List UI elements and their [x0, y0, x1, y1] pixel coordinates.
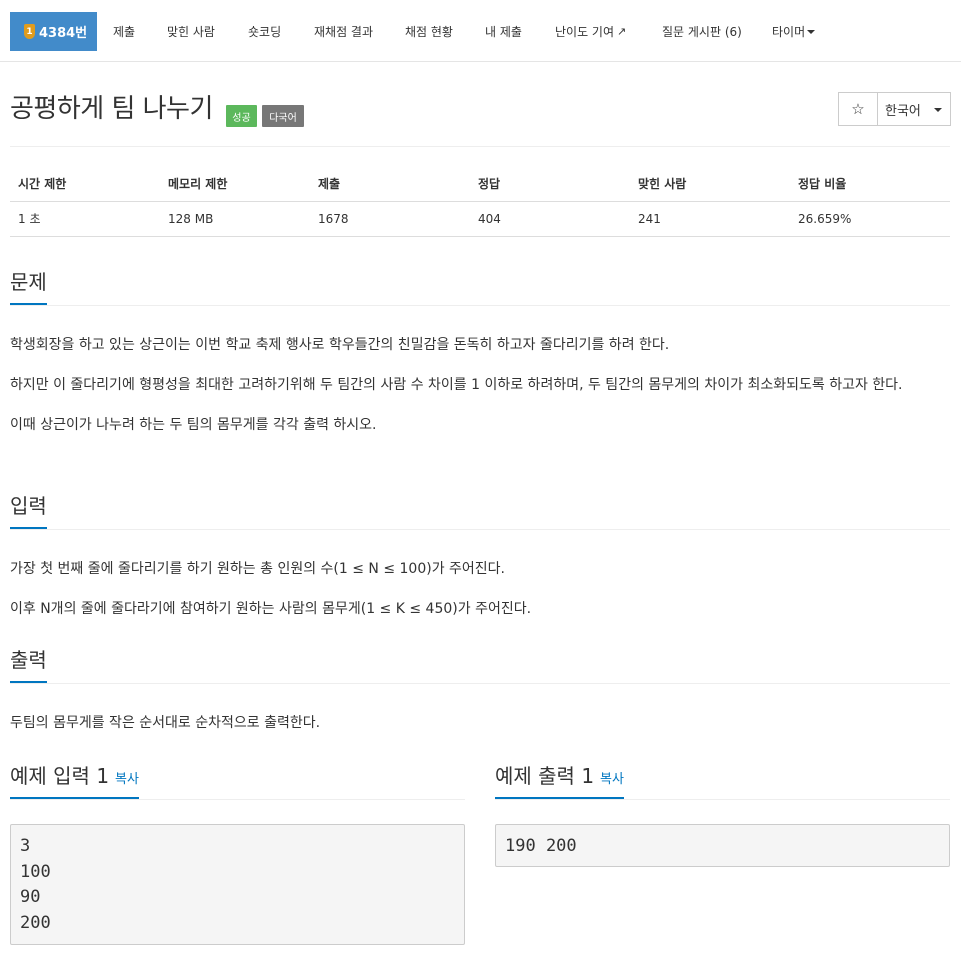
problem-line: 학생회장을 하고 있는 상근이는 이번 학교 축제 행사로 학우들간의 친밀감을…: [10, 337, 670, 353]
language-select-label: 한국어: [885, 103, 921, 119]
tab-timer-label: 타이머: [772, 25, 806, 39]
sample-input-header: 예제 입력 1 복사: [10, 762, 465, 800]
input-line: 이후 N개의 줄에 줄다라기에 참여하기 원하는 사람의 몸무게(1 ≤ K ≤…: [10, 601, 532, 617]
tab-short-coding[interactable]: 숏코딩: [248, 12, 281, 51]
tab-rejudge-results[interactable]: 재채점 결과: [314, 12, 373, 51]
tab-my-submissions[interactable]: 내 제출: [485, 12, 522, 51]
table-header: 메모리 제한: [160, 166, 310, 202]
tab-submit[interactable]: 제출: [113, 12, 135, 51]
copy-sample-output-button[interactable]: 복사: [600, 772, 624, 787]
problem-line: 이때 상근이가 나누려 하는 두 팀의 몸무게를 각각 출력 하시오.: [10, 417, 377, 433]
favorite-button[interactable]: ☆: [838, 92, 878, 126]
table-cell: 1 초: [10, 201, 160, 237]
problem-section-header: 문제: [10, 268, 950, 306]
external-link-icon: ↗: [617, 25, 627, 38]
sample-output-header: 예제 출력 1 복사: [495, 762, 950, 800]
tab-question-board[interactable]: 질문 게시판 (6): [662, 12, 742, 51]
title-divider: [10, 146, 950, 147]
table-cell: 1678: [310, 201, 470, 237]
table-header: 맞힌 사람: [630, 166, 790, 202]
table-cell: 26.659%: [790, 201, 950, 237]
problem-info-table: 시간 제한 메모리 제한 제출 정답 맞힌 사람 정답 비율 1 초 128 M…: [10, 166, 950, 237]
input-section-header: 입력: [10, 492, 950, 530]
table-header: 정답: [470, 166, 630, 202]
tab-judge-status[interactable]: 채점 현황: [405, 12, 453, 51]
chevron-down-icon: [934, 108, 942, 112]
tab-difficulty-label: 난이도 기여: [555, 25, 615, 39]
tier-badge-icon: 1: [24, 24, 35, 39]
output-line: 두팀의 몸무게를 작은 순서대로 순차적으로 출력한다.: [10, 715, 321, 731]
title-actions: ☆ 한국어: [838, 92, 951, 126]
input-line: 가장 첫 번째 줄에 줄다리기를 하기 원하는 총 인원의 수(1 ≤ N ≤ …: [10, 561, 505, 577]
table-header-row: 시간 제한 메모리 제한 제출 정답 맞힌 사람 정답 비율: [10, 166, 950, 202]
problem-line: 하지만 이 줄다리기에 형평성을 최대한 고려하기위해 두 팀간의 사람 수 차…: [10, 377, 903, 393]
sample-output-box[interactable]: 190 200: [495, 824, 950, 867]
sample-output-title: 예제 출력 1: [495, 764, 595, 788]
tab-solved-users[interactable]: 맞힌 사람: [167, 12, 215, 51]
problem-description: 학생회장을 하고 있는 상근이는 이번 학교 축제 행사로 학우들간의 친밀감을…: [10, 330, 950, 440]
input-description: 가장 첫 번째 줄에 줄다리기를 하기 원하는 총 인원의 수(1 ≤ N ≤ …: [10, 554, 950, 624]
input-heading: 입력: [10, 492, 47, 529]
tab-timer-dropdown[interactable]: 타이머: [772, 12, 816, 51]
star-icon: ☆: [851, 100, 865, 118]
output-heading: 출력: [10, 646, 47, 683]
sample-input-title: 예제 입력 1: [10, 764, 110, 788]
sample-input-box[interactable]: 3 100 90 200: [10, 824, 465, 945]
sample-input-heading: 예제 입력 1 복사: [10, 762, 139, 799]
problem-heading: 문제: [10, 268, 47, 305]
language-select[interactable]: 한국어: [878, 92, 951, 126]
chevron-down-icon: [807, 29, 816, 34]
sample-output-heading: 예제 출력 1 복사: [495, 762, 624, 799]
tab-difficulty-contribution[interactable]: 난이도 기여 ↗: [555, 12, 626, 51]
copy-sample-input-button[interactable]: 복사: [115, 772, 139, 787]
table-header: 제출: [310, 166, 470, 202]
problem-number-label: 4384번: [39, 26, 88, 41]
table-cell: 404: [470, 201, 630, 237]
table-row: 1 초 128 MB 1678 404 241 26.659%: [10, 201, 950, 237]
page-title: 공평하게 팀 나누기: [10, 94, 213, 124]
status-badge: 성공: [226, 105, 257, 127]
tab-problem-number[interactable]: 1 4384번: [10, 12, 97, 51]
problem-menu: 1 4384번 제출 맞힌 사람 숏코딩 재채점 결과 채점 현황 내 제출 난…: [0, 0, 961, 62]
table-header: 정답 비율: [790, 166, 950, 202]
output-section-header: 출력: [10, 646, 950, 684]
table-header: 시간 제한: [10, 166, 160, 202]
multilang-badge: 다국어: [262, 105, 304, 127]
table-cell: 241: [630, 201, 790, 237]
output-description: 두팀의 몸무게를 작은 순서대로 순차적으로 출력한다.: [10, 708, 950, 738]
table-cell: 128 MB: [160, 201, 310, 237]
